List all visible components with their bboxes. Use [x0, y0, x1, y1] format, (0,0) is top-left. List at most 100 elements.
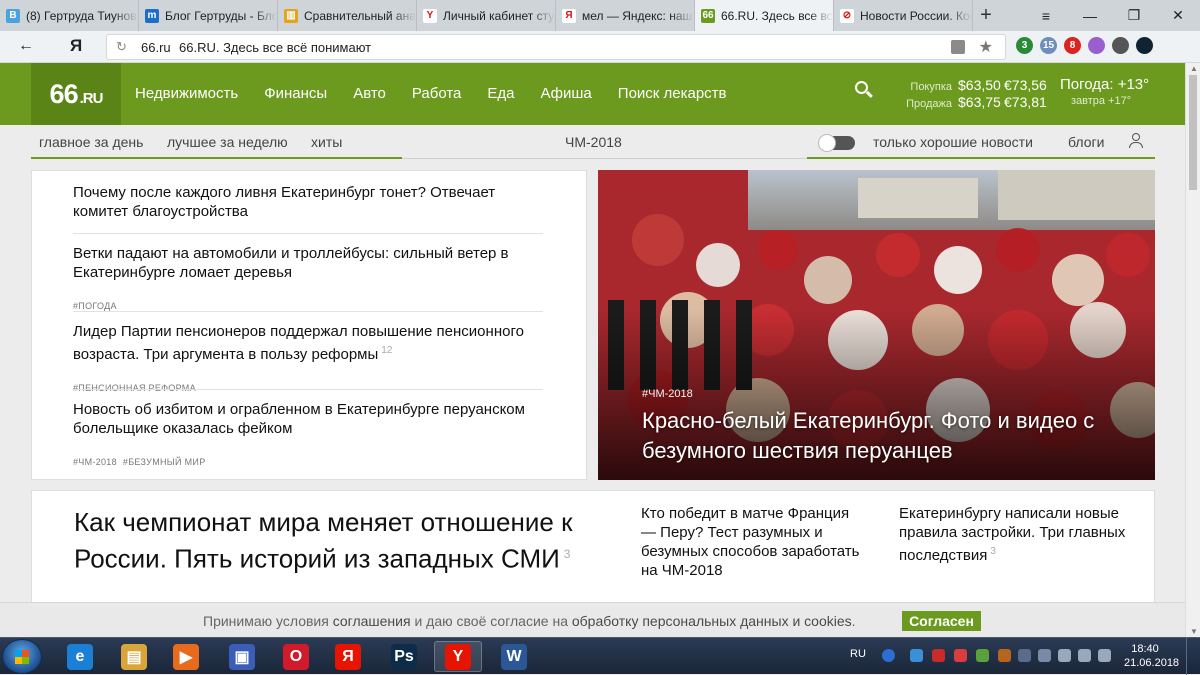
news-item[interactable]: Новость об избитом и ограбленном в Екате… [73, 400, 543, 470]
subnav-world-cup[interactable]: ЧМ-2018 [565, 134, 622, 150]
network-icon[interactable] [1058, 649, 1071, 662]
back-arrow-icon[interactable]: ← [18, 37, 34, 55]
subnav-main-day[interactable]: главное за день [39, 134, 143, 150]
taskbar-app[interactable]: e [56, 641, 104, 672]
bulb-icon[interactable] [1112, 37, 1129, 54]
nav-item[interactable]: Афиша [541, 85, 592, 102]
cloud-icon[interactable]: 15 [1040, 37, 1057, 54]
site-logo[interactable]: 66 .RU [31, 63, 121, 125]
scroll-up-icon[interactable]: ▲ [1190, 64, 1198, 73]
battery-icon[interactable] [1078, 649, 1091, 662]
feature-tag[interactable]: #ЧМ-2018 [642, 388, 1155, 400]
windows-taskbar: e ▤ ▶ ▣ O Я Ps Y W RU 18:40 21.06.2018 [0, 637, 1200, 675]
clock-time: 18:40 [1131, 643, 1159, 655]
minimize-button[interactable]: — [1068, 0, 1112, 31]
clock-date: 21.06.2018 [1124, 657, 1180, 669]
search-icon[interactable] [855, 81, 875, 101]
currency-rates: Покупка $63,50 €73,56 Продажа $63,75 €73,81 [898, 77, 1050, 111]
side-story-2[interactable]: Екатеринбургу написали новые правила зас… [899, 504, 1129, 565]
user-icon[interactable] [1129, 133, 1143, 149]
nav-item[interactable]: Авто [353, 85, 386, 102]
tray-app-icon[interactable] [932, 649, 945, 662]
subnav-hits[interactable]: хиты [311, 134, 342, 150]
nav-item[interactable]: Еда [487, 85, 514, 102]
menu-icon[interactable]: ≡ [1024, 0, 1068, 31]
news-item-tags: #пенсионная реформа [73, 378, 543, 396]
weather-widget[interactable]: Погода: +13° завтра +17° [1060, 76, 1149, 107]
maximize-button[interactable]: ❐ [1112, 0, 1156, 31]
tray-misc-icon[interactable] [998, 649, 1011, 662]
shield-icon[interactable]: 3 [1016, 37, 1033, 54]
browser-tab[interactable]: ▥Сравнительный анализ [278, 0, 417, 31]
taskbar-app[interactable]: Y [434, 641, 482, 672]
news-tag[interactable]: #ЧМ-2018 [73, 457, 117, 467]
subnav-best-week[interactable]: лучшее за неделю [167, 134, 288, 150]
consent-agreement-link[interactable]: соглашения [333, 613, 411, 629]
pen-icon[interactable] [1088, 37, 1105, 54]
adblock-icon[interactable]: 8 [1064, 37, 1081, 54]
taskbar-app[interactable]: ▤ [110, 641, 158, 672]
weather-tomorrow: завтра +17° [1071, 95, 1132, 107]
news-tag[interactable]: #безумный мир [123, 457, 206, 467]
consent-personal-data-link[interactable]: обработку персональных данных и cookies [572, 613, 852, 629]
taskbar-app[interactable]: O [272, 641, 320, 672]
good-news-toggle[interactable] [818, 134, 855, 152]
news-item[interactable]: Почему после каждого ливня Екатеринбург … [73, 183, 543, 221]
side-story-2-title: Екатеринбургу написали новые правила зас… [899, 505, 1126, 564]
reader-mode-icon[interactable] [951, 40, 965, 54]
news-item-headline: Ветки падают на автомобили и троллейбусы… [73, 244, 543, 282]
opera-icon: O [283, 643, 309, 670]
dropbox-icon[interactable] [910, 649, 923, 662]
display-icon[interactable] [1018, 649, 1031, 662]
taskbar-app[interactable]: ▣ [218, 641, 266, 672]
browser-tab[interactable]: В (8) Гертруда Тиунова [0, 0, 139, 31]
yandex-icon: Я [335, 643, 361, 670]
taskbar-app[interactable]: Я [324, 641, 372, 672]
news-tag[interactable]: #погода [73, 301, 117, 311]
feature-title[interactable]: Красно-белый Екатеринбург. Фото и видео … [642, 406, 1155, 466]
subnav-blogs[interactable]: блоги [1068, 134, 1104, 150]
taskbar-app[interactable]: W [490, 641, 538, 672]
new-tab-button[interactable]: + [973, 0, 999, 31]
taskbar-app[interactable]: ▶ [162, 641, 210, 672]
side-story-1[interactable]: Кто победит в матче Франция — Перу? Тест… [641, 504, 861, 580]
yandex-logo[interactable]: Я [70, 36, 82, 56]
address-field[interactable]: ↻ 66.ru 66.RU. Здесь все всё понимают ★ [106, 34, 1006, 60]
nav-item[interactable]: Финансы [264, 85, 327, 102]
system-clock[interactable]: 18:40 21.06.2018 [1124, 642, 1180, 670]
tab-favicon-icon: Я [562, 8, 576, 23]
browser-tab[interactable]: YЛичный кабинет студента [417, 0, 556, 31]
scroll-down-icon[interactable]: ▼ [1190, 627, 1198, 636]
language-indicator[interactable]: RU [850, 648, 866, 660]
browser-tab[interactable]: m Блог Гертруды - Блог [139, 0, 278, 31]
bookmark-star-icon[interactable]: ★ [979, 37, 993, 57]
subnav-good-news[interactable]: только хорошие новости [873, 134, 1033, 150]
taskbar-app[interactable]: Ps [380, 641, 428, 672]
close-button[interactable]: ✕ [1156, 0, 1200, 31]
flag-icon[interactable] [1038, 649, 1051, 662]
tab-favicon-icon: ⊘ [840, 8, 854, 23]
nav-item[interactable]: Работа [412, 85, 462, 102]
show-desktop-button[interactable] [1186, 638, 1200, 675]
antivirus-icon[interactable] [954, 649, 967, 662]
feature-photo-card[interactable]: #ЧМ-2018 Красно-белый Екатеринбург. Фото… [598, 170, 1155, 480]
nav-item[interactable]: Недвижимость [135, 85, 238, 102]
help-icon[interactable] [882, 649, 895, 662]
volume-icon[interactable] [1098, 649, 1111, 662]
update-icon[interactable] [976, 649, 989, 662]
explorer-icon: ▤ [121, 643, 147, 670]
browser-tab[interactable]: Ямел — Яндекс: нашлось [556, 0, 695, 31]
lead-story[interactable]: Как чемпионат мира меняет отношение к Ро… [74, 506, 574, 575]
start-button[interactable] [2, 639, 42, 674]
dict-icon[interactable] [1136, 37, 1153, 54]
scrollbar-thumb[interactable] [1189, 75, 1197, 190]
consent-agree-button[interactable]: Согласен [902, 611, 981, 631]
page-scrollbar[interactable]: ▲ ▼ [1185, 63, 1200, 637]
news-tag[interactable]: #пенсионная реформа [73, 383, 196, 393]
browser-tab[interactable]: ⊘ Новости России. Ком [834, 0, 973, 31]
browser-tab[interactable]: 66 66.RU. Здесь все всё [695, 0, 834, 31]
nav-item[interactable]: Поиск лекарств [618, 85, 727, 102]
news-item[interactable]: Ветки падают на автомобили и троллейбусы… [73, 244, 543, 314]
reload-icon[interactable]: ↻ [116, 39, 127, 55]
news-item[interactable]: Лидер Партии пенсионеров поддержал повыш… [73, 322, 543, 396]
